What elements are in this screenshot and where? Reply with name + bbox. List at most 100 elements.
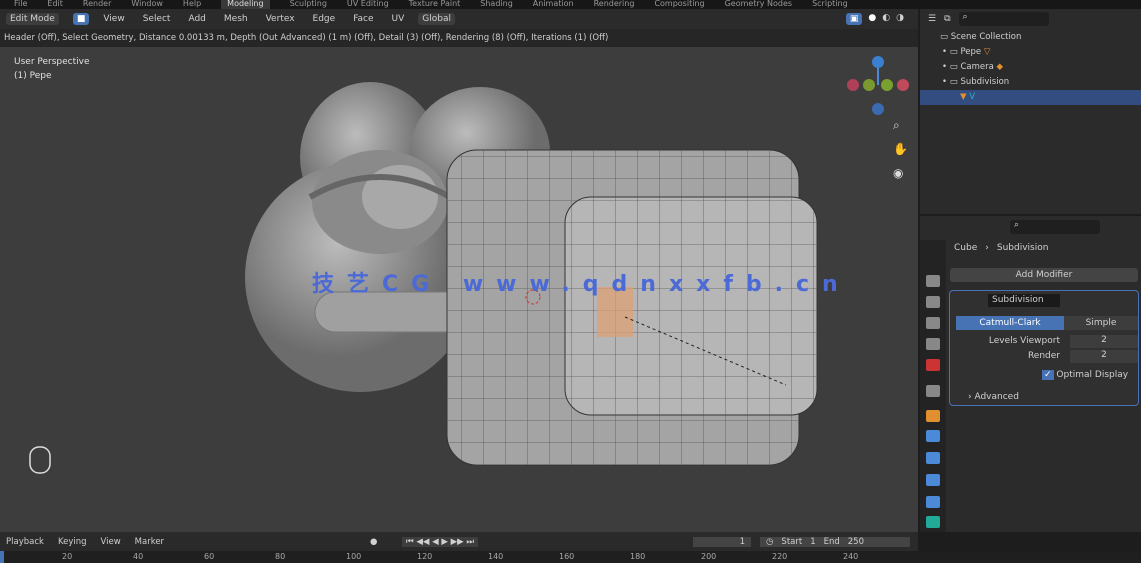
label: Subdivision — [960, 77, 1010, 87]
menu-item[interactable]: Shading — [480, 0, 513, 9]
viewport-info: User Perspective (1) Pepe — [14, 55, 90, 83]
mode-selector[interactable]: Edit Mode — [6, 13, 59, 25]
tab-simple[interactable]: Simple — [1064, 316, 1138, 330]
frame-range: ◷ Start 1 End 250 — [760, 536, 910, 547]
menu-item[interactable]: Help — [183, 0, 201, 9]
pan-hand-icon: ✋ — [893, 142, 908, 156]
select-mode-face[interactable]: ■ — [72, 13, 90, 25]
advanced-subpanel[interactable]: › Advanced — [968, 392, 1019, 402]
properties-tabs — [920, 240, 946, 532]
outliner-item-selected[interactable]: ▼ V — [920, 90, 1141, 105]
collection-tab-icon[interactable] — [926, 385, 940, 397]
constraints-tab-icon[interactable] — [926, 496, 940, 508]
camera-view-icon: ◉ — [893, 166, 903, 180]
timeline-menu-view[interactable]: View — [101, 537, 121, 547]
menu-item[interactable]: Sculpting — [290, 0, 327, 9]
subdivision-modifier-panel: Subdivision Catmull-Clark Simple Levels … — [949, 290, 1139, 406]
navigation-gizmo — [847, 56, 909, 115]
menu-item[interactable]: UV Editing — [347, 0, 389, 9]
viewport-menu-mesh[interactable]: Mesh — [224, 14, 248, 24]
breadcrumb-modifier: Subdivision — [996, 243, 1049, 253]
zoom-icon: ⌕ — [893, 118, 900, 132]
menu-item[interactable]: Window — [131, 0, 163, 9]
output-tab-icon[interactable] — [926, 296, 940, 308]
record-button[interactable]: ● — [370, 537, 377, 547]
shading-solid-icon[interactable]: ● — [868, 13, 876, 25]
levels-viewport-field[interactable]: 2 — [1070, 335, 1138, 348]
outliner: ☰ ⧉ ⌕ ▭ Scene Collection • ▭ Pepe ▽ • ▭ … — [920, 9, 1141, 214]
viewport-header: Edit Mode ■ View Select Add Mesh Vertex Edge F… — [0, 9, 918, 29]
timeline-ruler[interactable]: 20 40 60 80 100 120 140 160 180 200 220 240 — [0, 551, 1141, 563]
outliner-item[interactable]: • ▭ Subdivision — [920, 75, 1141, 90]
world-tab-icon[interactable] — [926, 359, 940, 371]
playback-controls[interactable]: ⏮ ◀◀ ◀ ▶ ▶▶ ⏭ — [402, 536, 479, 547]
xray-toggle[interactable]: ▣ — [845, 13, 863, 25]
label: Advanced — [974, 392, 1019, 402]
physics-tab-icon[interactable] — [926, 474, 940, 486]
levels-viewport-label: Levels Viewport — [988, 336, 1060, 346]
ruler-tick: 200 — [701, 552, 717, 561]
view-layer-tab-icon[interactable] — [926, 317, 940, 329]
outliner-item[interactable]: • ▭ Camera ◆ — [920, 60, 1141, 75]
label: Scene Collection — [950, 32, 1022, 42]
menu-item[interactable]: Scripting — [812, 0, 848, 9]
start-frame-field[interactable]: 1 — [810, 537, 815, 547]
ruler-tick: 220 — [772, 552, 788, 561]
viewport-menu-uv[interactable]: UV — [392, 14, 405, 24]
properties-search[interactable]: ⌕ — [1010, 220, 1100, 234]
menu-item[interactable]: Texture Paint — [409, 0, 461, 9]
outliner-display-icon[interactable]: ☰ — [928, 14, 936, 24]
modifier-name-field[interactable]: Subdivision — [988, 294, 1060, 307]
playhead[interactable] — [0, 551, 4, 563]
menu-item[interactable]: Compositing — [654, 0, 704, 9]
ruler-tick: 20 — [62, 552, 73, 561]
viewport-menu-add[interactable]: Add — [188, 14, 205, 24]
modifier-tab-icon[interactable] — [926, 430, 940, 442]
end-label: End — [823, 536, 840, 547]
mouse-icon — [29, 446, 51, 474]
render-levels-field[interactable]: 2 — [1070, 350, 1138, 363]
ruler-tick: 120 — [417, 552, 433, 561]
optimal-display-checkbox[interactable]: ✓ Optimal Display — [1042, 370, 1128, 380]
ruler-tick: 60 — [204, 552, 215, 561]
viewport-menu-view[interactable]: View — [103, 14, 124, 24]
timeline-menu-playback[interactable]: Playback — [6, 537, 44, 547]
add-modifier-button[interactable]: Add Modifier — [950, 268, 1138, 282]
viewport-menu-edge[interactable]: Edge — [313, 14, 336, 24]
timeline-menu-keying[interactable]: Keying — [58, 537, 87, 547]
outliner-item[interactable]: • ▭ Pepe ▽ — [920, 45, 1141, 60]
search-field[interactable]: ⌕ — [958, 12, 1049, 26]
orientation-dropdown[interactable]: Global — [418, 13, 456, 25]
end-frame-field[interactable]: 250 — [848, 537, 864, 547]
menu-item[interactable]: Animation — [533, 0, 574, 9]
ruler-tick: 100 — [346, 552, 362, 561]
label: Camera — [960, 62, 994, 72]
outliner-scene-collection[interactable]: ▭ Scene Collection — [920, 30, 1141, 45]
shading-rendered-icon[interactable]: ◑ — [896, 13, 904, 25]
ruler-tick: 180 — [630, 552, 646, 561]
shading-material-icon[interactable]: ◐ — [882, 13, 890, 25]
active-object: (1) Pepe — [14, 71, 52, 81]
tab-catmull-clark[interactable]: Catmull-Clark — [956, 316, 1064, 330]
current-frame-field[interactable]: 1 — [693, 536, 751, 547]
timeline-menu-marker[interactable]: Marker — [135, 537, 164, 547]
menu-item[interactable]: Edit — [47, 0, 63, 9]
menu-item[interactable]: File — [14, 0, 27, 9]
data-tab-icon[interactable] — [926, 516, 940, 528]
workspace-menu-bar: File Edit Render Window Help Modeling Sculptin… — [0, 0, 1141, 9]
particles-tab-icon[interactable] — [926, 452, 940, 464]
menu-item[interactable]: Geometry Nodes — [725, 0, 792, 9]
viewport-menu-select[interactable]: Select — [143, 14, 171, 24]
menu-item[interactable]: Rendering — [594, 0, 635, 9]
filter-icon[interactable]: ⧉ — [944, 14, 950, 24]
ruler-tick: 40 — [133, 552, 144, 561]
scene-tab-icon[interactable] — [926, 338, 940, 350]
timeline-header: Playback Keying View Marker ● ⏮ ◀◀ ◀ ▶ ▶▶ ⏭… — [0, 532, 918, 551]
menu-item[interactable]: Render — [83, 0, 111, 9]
menu-item[interactable]: Modeling — [221, 0, 270, 9]
cube-mesh — [446, 149, 818, 466]
viewport-menu-vertex[interactable]: Vertex — [266, 14, 295, 24]
viewport-menu-face[interactable]: Face — [353, 14, 373, 24]
render-tab-icon[interactable] — [926, 275, 940, 287]
object-tab-icon[interactable] — [926, 410, 940, 422]
